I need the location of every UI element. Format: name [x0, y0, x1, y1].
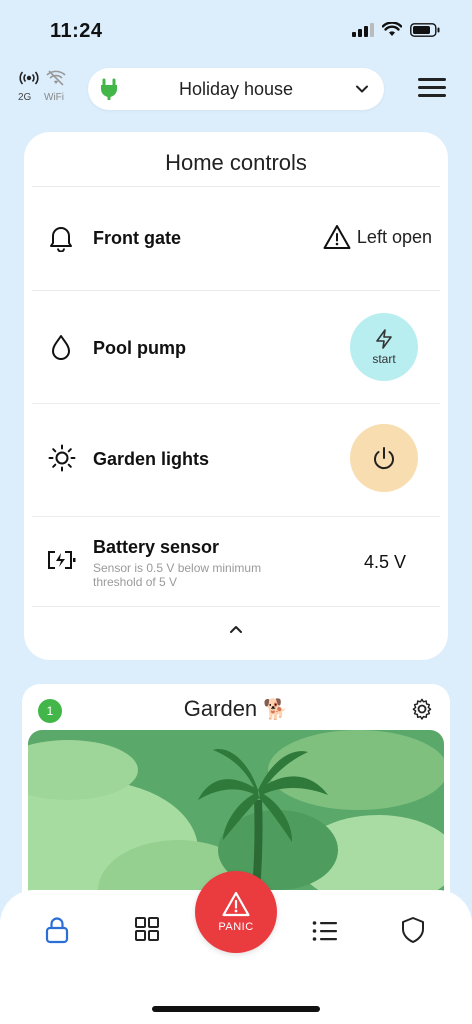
wifi-icon [382, 22, 402, 36]
shield-icon[interactable] [400, 916, 426, 944]
home-controls-card: Home controls Front gate Left open Pool … [24, 132, 448, 660]
control-label: Pool pump [93, 338, 186, 358]
start-label: start [372, 352, 396, 366]
garden-title: Garden 🐕 [22, 696, 450, 722]
garden-title-text: Garden [183, 696, 258, 721]
status-bar: 11:24 [0, 0, 472, 62]
menu-icon-bar [418, 86, 446, 89]
cellular-label: 2G [18, 92, 32, 103]
lightning-icon [376, 329, 392, 349]
panic-button[interactable]: PANIC [195, 871, 277, 953]
front-gate-status-text: Left open [356, 226, 432, 247]
control-row-pool-pump: Pool pump start [24, 291, 448, 403]
battery-icon [410, 22, 440, 37]
warning-icon [222, 891, 250, 917]
chevron-up-icon[interactable] [226, 622, 246, 638]
chevron-down-icon [356, 85, 368, 93]
control-row-front-gate: Front gate Left open [24, 186, 448, 290]
list-icon[interactable] [312, 920, 338, 942]
wifi-off-icon [46, 70, 66, 86]
menu-button[interactable] [418, 78, 446, 102]
pool-pump-start-button[interactable]: start [350, 313, 418, 381]
site-selector-label: Holiday house [178, 78, 294, 99]
control-label: Battery sensor [93, 537, 220, 557]
cellular-broadcast-icon [19, 71, 39, 85]
divider [32, 606, 440, 607]
menu-icon-bar [418, 94, 446, 97]
control-row-battery-sensor: Battery sensor Sensor is 0.5 V below min… [24, 517, 448, 607]
cellular-signal-icon [352, 22, 374, 37]
garden-lights-power-button[interactable] [350, 424, 418, 492]
home-indicator[interactable] [152, 1006, 320, 1012]
wifi-label: WiFi [44, 92, 64, 103]
dog-emoji: 🐕 [263, 699, 289, 721]
bell-icon [50, 227, 72, 252]
status-icons [352, 22, 440, 37]
sun-icon [48, 444, 76, 472]
drop-icon [52, 335, 70, 360]
status-time: 11:24 [50, 20, 103, 42]
control-label: Garden lights [93, 449, 210, 469]
warning-icon [323, 225, 351, 249]
site-selector[interactable]: Holiday house [88, 68, 384, 110]
grid-icon[interactable] [134, 916, 160, 942]
control-row-garden-lights: Garden lights [24, 404, 448, 516]
control-label: Front gate [93, 228, 181, 248]
gear-icon[interactable] [410, 697, 434, 721]
battery-charging-icon [48, 551, 76, 569]
battery-sensor-value: 4.5 V [364, 552, 407, 572]
lock-icon[interactable] [44, 916, 70, 944]
front-gate-status: Left open [323, 224, 432, 250]
battery-sensor-subtext: Sensor is 0.5 V below minimum threshold … [93, 561, 262, 589]
home-controls-title: Home controls [165, 150, 307, 175]
connection-indicator: 2G WiFi [14, 66, 74, 106]
panic-label: PANIC [218, 921, 254, 933]
power-icon [374, 447, 394, 470]
menu-icon-bar [418, 78, 446, 81]
